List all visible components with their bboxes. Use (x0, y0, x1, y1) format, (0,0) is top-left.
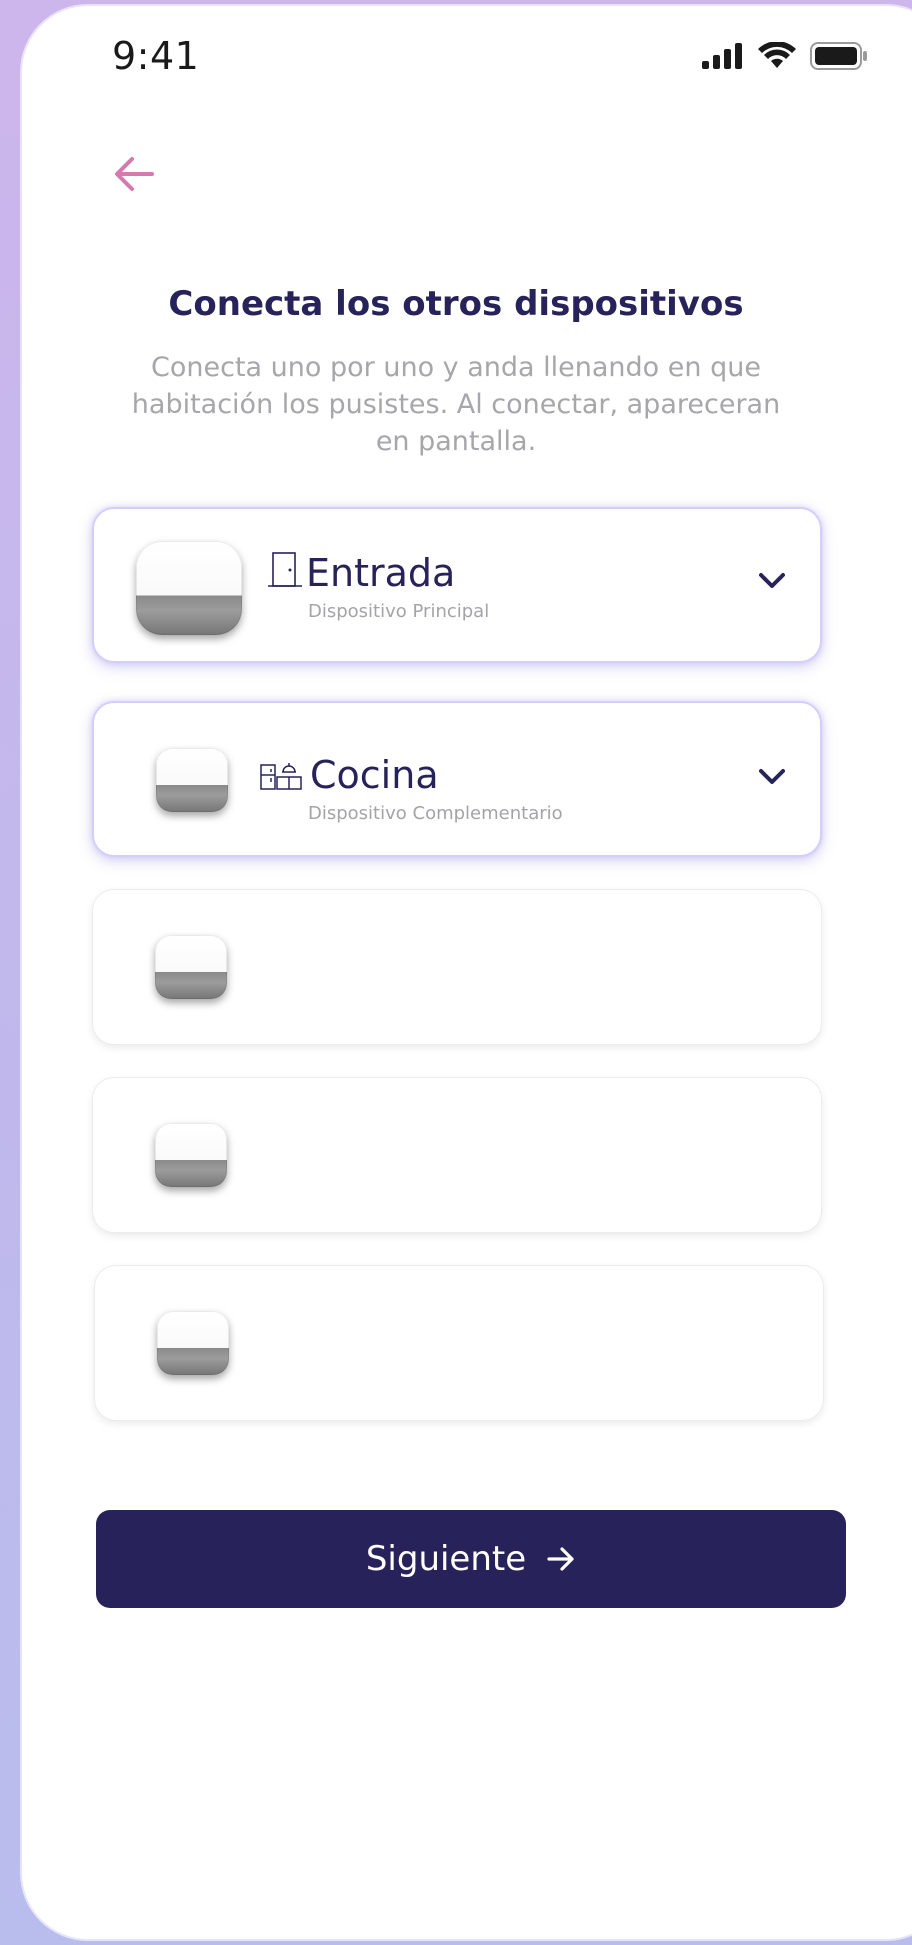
arrow-left-icon (115, 157, 154, 191)
status-icons (702, 42, 868, 70)
phone-screen: 9:41 Conecta los otros dispositivos Cone… (22, 6, 912, 1939)
device-image (155, 935, 227, 999)
signal-icon (702, 43, 742, 69)
expand-button[interactable] (754, 563, 790, 599)
wifi-icon (758, 42, 796, 68)
next-button-label: Siguiente (365, 1539, 527, 1579)
device-image (157, 1311, 229, 1375)
page-title: Conecta los otros dispositivos (168, 284, 744, 324)
room-name: Entrada (306, 551, 456, 595)
page-subtitle: Conecta uno por uno y anda llenando en q… (131, 352, 781, 457)
status-time: 9:41 (112, 34, 200, 78)
back-button[interactable] (106, 146, 162, 202)
room-name: Cocina (310, 753, 439, 797)
room-role: Dispositivo Principal (308, 601, 490, 622)
chevron-down-icon (759, 573, 785, 588)
device-card-empty[interactable] (92, 1077, 822, 1233)
device-image (136, 541, 242, 635)
battery-icon (810, 42, 867, 70)
device-card-entrada[interactable]: Entrada Dispositivo Principal (92, 507, 822, 663)
device-image (156, 748, 228, 812)
next-button[interactable]: Siguiente (96, 1510, 846, 1608)
room-role: Dispositivo Complementario (308, 803, 563, 824)
device-card-empty[interactable] (92, 889, 822, 1045)
device-card-empty[interactable] (94, 1265, 824, 1421)
chevron-down-icon (759, 769, 785, 784)
kitchen-icon (260, 763, 302, 790)
door-icon (268, 552, 302, 587)
device-image (155, 1123, 227, 1187)
device-card-cocina[interactable]: Cocina Dispositivo Complementario (92, 701, 822, 857)
arrow-right-icon (547, 1547, 574, 1571)
expand-button[interactable] (754, 759, 790, 795)
